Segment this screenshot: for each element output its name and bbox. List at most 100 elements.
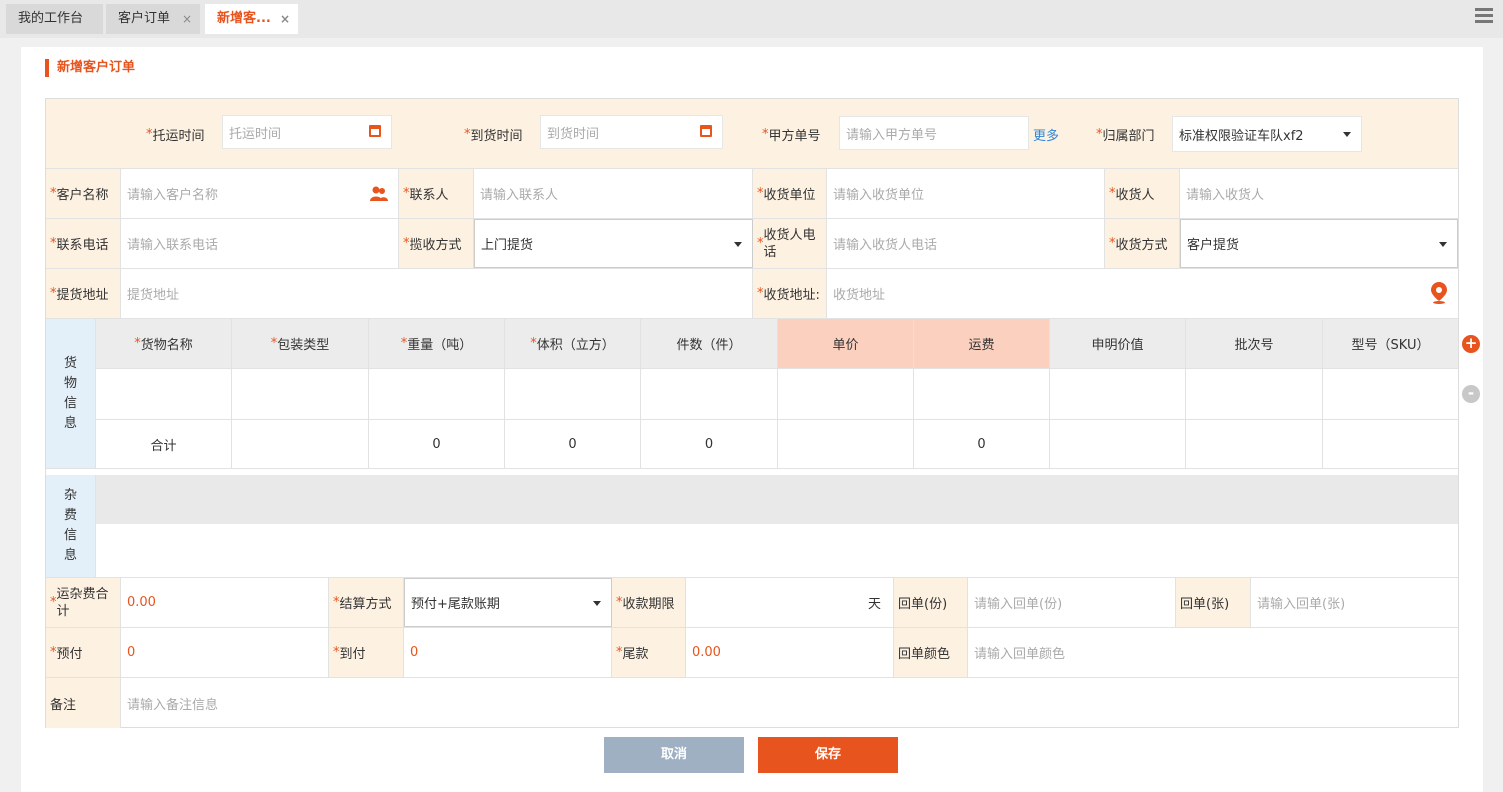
contacts-icon[interactable] — [370, 186, 388, 202]
calendar-icon[interactable] — [700, 125, 712, 137]
tab-bar: 我的工作台 客户订单 × 新增客... × — [0, 0, 1503, 38]
prepay-input[interactable]: 0 — [121, 628, 329, 677]
contact-input[interactable]: 请输入联系人 — [474, 169, 753, 218]
term-unit: 天 — [867, 597, 881, 612]
arrive-time-label: * 到货时间 — [464, 126, 523, 144]
pickup-addr-label: * 提货地址 — [46, 269, 121, 318]
ship-time-label: * 托运时间 — [146, 126, 205, 144]
main-panel: 新增客户订单 * 托运时间 托运时间 * 到货时间 到货时间 * 甲方单号 请输入甲方… — [21, 47, 1483, 792]
pickup-mode-label: * 揽收方式 — [399, 219, 474, 268]
tab-customer-orders[interactable]: 客户订单 × — [106, 4, 200, 34]
chevron-down-icon — [593, 600, 601, 606]
topay-input[interactable]: 0 — [404, 628, 612, 677]
tab-label: 我的工作台 — [18, 11, 84, 26]
goods-input-cell[interactable] — [96, 369, 232, 419]
cancel-button[interactable]: 取消 — [604, 737, 744, 773]
add-row-button[interactable]: + — [1462, 335, 1480, 353]
party-no-input[interactable]: 请输入甲方单号 — [839, 116, 1029, 150]
receive-mode-label: * 收货方式 — [1105, 219, 1180, 268]
ship-time-input[interactable]: 托运时间 — [222, 115, 392, 149]
goods-header-cell: 批次号 — [1186, 319, 1323, 368]
recv-addr-label: * 收货地址: — [753, 269, 827, 318]
goods-total-cell: 0 — [369, 420, 505, 468]
phone-label: * 联系电话 — [46, 219, 121, 268]
goods-input-cell[interactable] — [1186, 369, 1323, 419]
goods-input-cell[interactable] — [505, 369, 641, 419]
row-phone: * 联系电话 请输入联系电话 * 揽收方式 上门提货 * 收货人电话 请输入收货人电话… — [46, 219, 1458, 269]
receive-mode-select[interactable]: 客户提货 — [1180, 219, 1458, 268]
dept-select[interactable]: 标准权限验证车队xf2 — [1172, 116, 1362, 152]
tab-label: 新增客... — [217, 11, 271, 26]
goods-total-cell: 0 — [505, 420, 641, 468]
remark-input[interactable]: 请输入备注信息 — [121, 678, 1458, 728]
receipt-copies-input[interactable]: 请输入回单(份) — [968, 578, 1176, 627]
goods-input-cell[interactable] — [1323, 369, 1458, 419]
goods-header-cell: * 货物名称 — [96, 319, 232, 368]
goods-input-cell[interactable] — [369, 369, 505, 419]
menu-icon[interactable] — [1475, 8, 1493, 26]
close-icon[interactable]: × — [280, 4, 290, 34]
recv-addr-input[interactable]: 收货地址 — [827, 269, 1458, 318]
arrive-time-input[interactable]: 到货时间 — [540, 115, 723, 149]
receipt-color-input[interactable]: 请输入回单颜色 — [968, 628, 1458, 677]
remove-row-button[interactable]: - — [1462, 385, 1480, 403]
goods-total-row: 合计 0 0 0 0 — [96, 420, 1458, 469]
misc-section-label: 杂费信息 — [46, 475, 96, 578]
goods-header-row: * 货物名称 * 包装类型 * 重量（吨） * 体积（立方） 件数（件） 单价 运费 申明价值 批次号型… — [96, 319, 1458, 369]
goods-total-cell — [232, 420, 369, 468]
close-icon[interactable]: × — [182, 4, 192, 34]
receipt-sheets-label: 回单(张) — [1176, 578, 1251, 627]
goods-total-cell — [1186, 420, 1323, 468]
more-link[interactable]: 更多 — [1033, 99, 1059, 169]
settle-select[interactable]: 预付+尾款账期 — [404, 578, 612, 627]
pickup-mode-select[interactable]: 上门提货 — [474, 219, 753, 268]
goods-section-label: 货物信息 — [46, 319, 96, 469]
consignee-unit-input[interactable]: 请输入收货单位 — [827, 169, 1105, 218]
term-input[interactable]: 天 — [686, 578, 894, 627]
consignee-phone-input[interactable]: 请输入收货人电话 — [827, 219, 1105, 268]
receipt-sheets-input[interactable]: 请输入回单(张) — [1251, 578, 1458, 627]
goods-input-cell[interactable] — [1050, 369, 1186, 419]
receipt-copies-label: 回单(份) — [894, 578, 968, 627]
location-pin-icon[interactable] — [1430, 282, 1448, 304]
misc-header-row — [96, 475, 1458, 524]
chevron-down-icon — [734, 241, 742, 247]
fee-total-label: * 运杂费合计 — [46, 578, 121, 627]
contact-label: * 联系人 — [399, 169, 474, 218]
pickup-addr-input[interactable]: 提货地址 — [121, 269, 753, 318]
topay-label: * 到付 — [329, 628, 404, 677]
balance-label: * 尾款 — [612, 628, 686, 677]
customer-input[interactable]: 请输入客户名称 — [121, 169, 399, 218]
misc-data-row — [96, 524, 1458, 578]
customer-label: * 客户名称 — [46, 169, 121, 218]
goods-header-cell: 运费 — [914, 319, 1050, 368]
row-fee: * 运杂费合计 0.00 * 结算方式 预付+尾款账期 * 收款期限 天 回单(份) … — [46, 578, 1458, 628]
tab-workbench[interactable]: 我的工作台 — [6, 4, 103, 34]
prepay-label: * 预付 — [46, 628, 121, 677]
goods-input-cell[interactable] — [641, 369, 778, 419]
row-remark: 备注 请输入备注信息 — [46, 678, 1458, 728]
goods-input-cell[interactable] — [778, 369, 914, 419]
goods-input-cell[interactable] — [232, 369, 369, 419]
phone-input[interactable]: 请输入联系电话 — [121, 219, 399, 268]
consignee-input[interactable]: 请输入收货人 — [1180, 169, 1458, 218]
remark-label: 备注 — [46, 678, 121, 728]
calendar-icon[interactable] — [369, 125, 381, 137]
goods-input-cell[interactable] — [914, 369, 1050, 419]
goods-header-cell: 申明价值 — [1050, 319, 1186, 368]
chevron-down-icon — [1343, 132, 1351, 137]
balance-value: 0.00 — [686, 628, 894, 677]
party-no-label: * 甲方单号 — [762, 126, 821, 144]
tab-new-order[interactable]: 新增客... × — [205, 4, 298, 34]
goods-header-cell: 型号（SKU） — [1323, 319, 1458, 368]
consignee-unit-label: * 收货单位 — [753, 169, 827, 218]
header-row: * 托运时间 托运时间 * 到货时间 到货时间 * 甲方单号 请输入甲方单号 更多 *… — [46, 99, 1458, 169]
goods-total-label: 合计 — [96, 420, 232, 468]
goods-header-cell: * 重量（吨） — [369, 319, 505, 368]
goods-header-cell: * 体积（立方） — [505, 319, 641, 368]
save-button[interactable]: 保存 — [758, 737, 898, 773]
consignee-label: * 收货人 — [1105, 169, 1180, 218]
term-label: * 收款期限 — [612, 578, 686, 627]
goods-total-cell: 0 — [641, 420, 778, 468]
row-address: * 提货地址 提货地址 * 收货地址: 收货地址 — [46, 269, 1458, 319]
